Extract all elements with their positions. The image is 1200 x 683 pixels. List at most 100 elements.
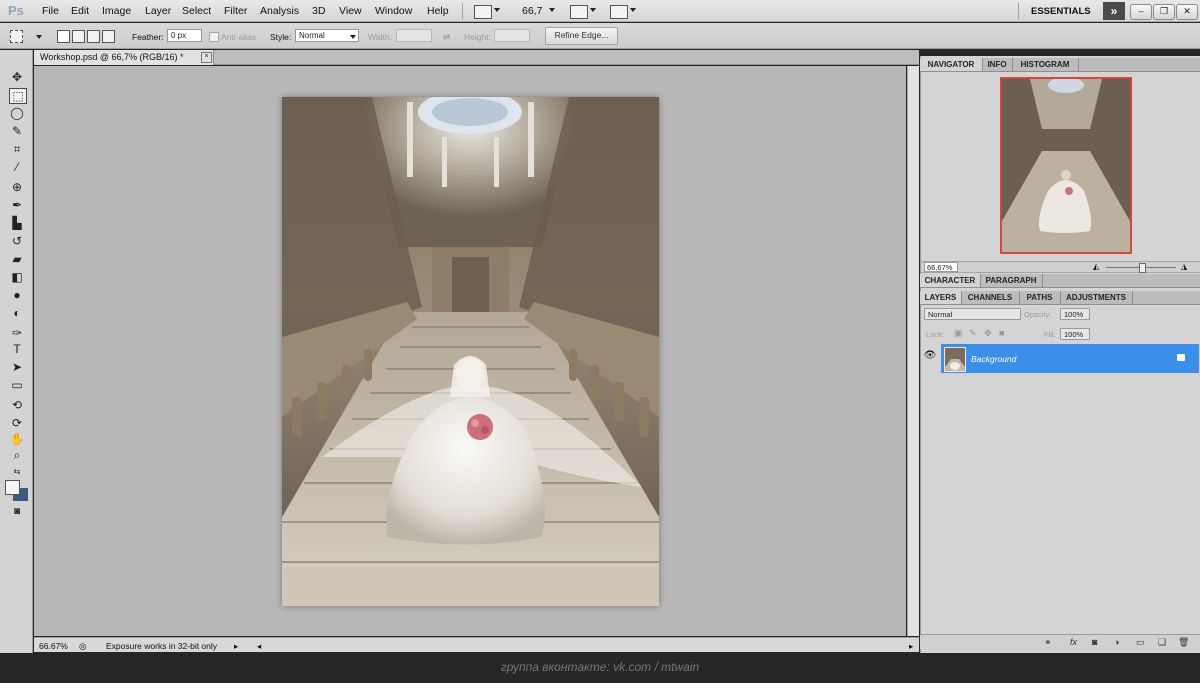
swap-dimensions-icon[interactable]: ⇄ xyxy=(443,32,450,43)
eye-icon[interactable]: 👁 xyxy=(923,350,937,364)
height-input[interactable] xyxy=(494,29,530,42)
tab-histogram[interactable]: HISTOGRAM xyxy=(1012,58,1079,71)
new-selection-icon[interactable] xyxy=(57,30,70,43)
restore-button[interactable]: ❐ xyxy=(1153,4,1175,20)
history-brush-icon[interactable]: ↺ xyxy=(9,234,25,248)
healing-icon[interactable]: ⊕ xyxy=(9,180,25,194)
close-window-button[interactable]: ✕ xyxy=(1176,4,1198,20)
menu-filter[interactable]: Filter xyxy=(224,5,247,17)
layer-row[interactable]: Background xyxy=(941,344,1199,373)
menu-help[interactable]: Help xyxy=(427,5,449,17)
lock-all-icon[interactable]: ■ xyxy=(999,328,1004,338)
lock-transparent-icon[interactable]: ▣ xyxy=(954,328,963,339)
path-select-icon[interactable]: ➤ xyxy=(9,360,25,374)
eraser-icon[interactable]: ▰ xyxy=(9,252,25,266)
minimize-button[interactable]: – xyxy=(1130,4,1152,20)
scroll-left-icon[interactable]: ◂ xyxy=(257,641,261,652)
tab-paragraph[interactable]: PARAGRAPH xyxy=(980,274,1043,287)
bride-on-staircase-image[interactable] xyxy=(282,97,659,606)
subtract-selection-icon[interactable] xyxy=(87,30,100,43)
scroll-right-icon[interactable]: ▸ xyxy=(909,641,913,652)
screen-mode-full-icon[interactable] xyxy=(610,5,628,19)
chevron-down-icon[interactable] xyxy=(36,35,42,39)
tab-info[interactable]: INFO xyxy=(982,58,1013,71)
tab-character[interactable]: CHARACTER xyxy=(920,274,981,287)
width-input[interactable] xyxy=(396,29,432,42)
swap-colors-icon[interactable]: ⇆ xyxy=(9,465,25,479)
add-selection-icon[interactable] xyxy=(72,30,85,43)
gradient-icon[interactable]: ◧ xyxy=(9,270,25,284)
new-group-icon[interactable]: ▭ xyxy=(1136,637,1145,648)
menu-analysis[interactable]: Analysis xyxy=(260,5,299,17)
navigator-preview[interactable] xyxy=(1000,77,1132,254)
intersect-selection-icon[interactable] xyxy=(102,30,115,43)
hand-icon[interactable]: ✋ xyxy=(9,432,25,446)
menu-layer[interactable]: Layer xyxy=(145,5,171,17)
brush-icon[interactable]: ✒ xyxy=(9,198,25,212)
workspace-expand-button[interactable]: » xyxy=(1103,2,1125,20)
status-menu-arrow-icon[interactable]: ▸ xyxy=(234,641,238,652)
dodge-icon[interactable]: ◐ xyxy=(9,306,25,320)
lasso-icon[interactable]: ◯ xyxy=(9,106,25,120)
blur-icon[interactable]: ● xyxy=(9,288,25,302)
menu-image[interactable]: Image xyxy=(102,5,131,17)
refine-edge-button[interactable]: Refine Edge... xyxy=(545,27,618,45)
zoom-icon[interactable]: ⌕ xyxy=(9,448,25,462)
fill-input[interactable]: 100% xyxy=(1060,328,1090,340)
lock-pixels-icon[interactable]: ✎ xyxy=(969,328,977,339)
menu-view[interactable]: View xyxy=(339,5,362,17)
document-tab[interactable]: Workshop.psd @ 66,7% (RGB/16) * × xyxy=(34,50,214,65)
adjustment-layer-icon[interactable]: ◑ xyxy=(1114,637,1119,647)
quick-select-icon[interactable]: ✎ xyxy=(9,124,25,138)
menu-edit[interactable]: Edit xyxy=(71,5,89,17)
menu-window[interactable]: Window xyxy=(375,5,412,17)
shape-icon[interactable]: ▭ xyxy=(9,378,25,392)
tab-adjustments[interactable]: ADJUSTMENTS xyxy=(1060,291,1133,304)
trash-icon[interactable]: 🗑 xyxy=(1178,637,1189,648)
chevron-down-icon[interactable] xyxy=(350,35,356,39)
tab-navigator[interactable]: NAVIGATOR xyxy=(920,58,983,71)
new-layer-icon[interactable]: ❏ xyxy=(1158,637,1166,648)
eyedropper-icon[interactable]: ⁄ xyxy=(9,160,25,174)
marquee-icon[interactable]: ⬚ xyxy=(9,88,27,104)
3d-orbit-icon[interactable]: ⟳ xyxy=(9,416,25,430)
menu-3d[interactable]: 3D xyxy=(312,5,325,17)
tab-paths[interactable]: PATHS xyxy=(1019,291,1061,304)
quick-mask-icon[interactable]: ◙ xyxy=(9,505,25,519)
layer-mask-icon[interactable]: ◙ xyxy=(1092,637,1097,647)
lock-position-icon[interactable]: ✥ xyxy=(984,328,992,339)
link-layers-icon[interactable]: ⚭ xyxy=(1044,637,1052,648)
zoom-level-select[interactable]: 66,7 xyxy=(522,5,542,17)
close-icon[interactable]: × xyxy=(201,52,212,63)
pen-icon[interactable]: ✑ xyxy=(9,326,25,340)
navigator-zoom-input[interactable]: 66.67% xyxy=(924,262,958,272)
chevron-down-icon[interactable] xyxy=(630,8,636,12)
feather-input[interactable]: 0 px xyxy=(167,29,202,42)
move-icon[interactable]: ✥ xyxy=(9,70,25,84)
zoom-slider-handle[interactable] xyxy=(1139,263,1146,273)
tool-preset-icon[interactable] xyxy=(10,30,23,43)
layer-style-icon[interactable]: fx xyxy=(1070,637,1077,647)
antialias-checkbox[interactable] xyxy=(209,32,219,42)
tab-channels[interactable]: CHANNELS xyxy=(961,291,1020,304)
menu-select[interactable]: Select xyxy=(182,5,211,17)
foreground-color-swatch[interactable] xyxy=(5,480,20,495)
type-icon[interactable]: T xyxy=(9,342,25,356)
opacity-input[interactable]: 100% xyxy=(1060,308,1090,320)
3d-rotate-icon[interactable]: ⟲ xyxy=(9,398,25,412)
arrange-documents-icon[interactable] xyxy=(570,5,588,19)
screen-mode-icon[interactable] xyxy=(474,5,492,19)
zoom-out-icon[interactable]: ◭ xyxy=(1093,262,1099,271)
workspace-switcher[interactable]: ESSENTIALS xyxy=(1031,6,1091,17)
menu-file[interactable]: File xyxy=(42,5,59,17)
chevron-down-icon[interactable] xyxy=(590,8,596,12)
chevron-down-icon[interactable] xyxy=(549,8,555,12)
crop-icon[interactable]: ⌗ xyxy=(9,142,25,156)
zoom-in-icon[interactable]: ◮ xyxy=(1181,262,1187,271)
blend-mode-select[interactable]: Normal xyxy=(924,308,1021,320)
status-info-icon[interactable]: ◎ xyxy=(79,641,86,652)
tab-layers[interactable]: LAYERS xyxy=(920,291,962,304)
status-zoom[interactable]: 66.67% xyxy=(39,641,68,651)
chevron-down-icon[interactable] xyxy=(494,8,500,12)
stamp-icon[interactable]: ▙ xyxy=(9,216,25,230)
